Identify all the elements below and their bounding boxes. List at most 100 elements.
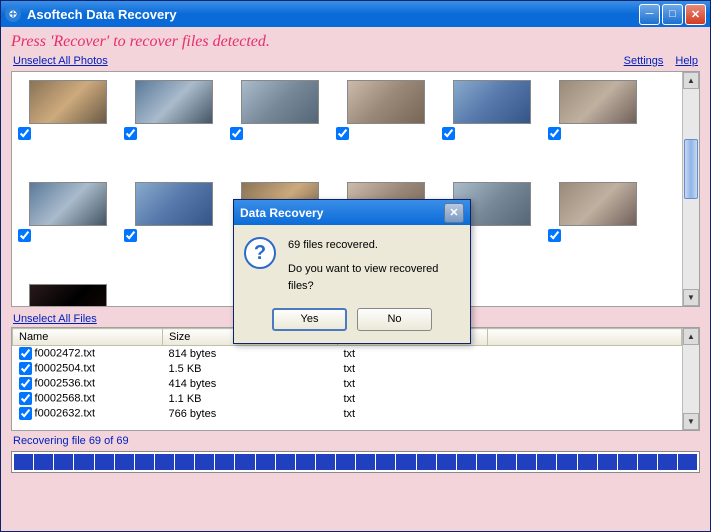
progress-segment bbox=[356, 454, 375, 470]
progress-segment bbox=[175, 454, 194, 470]
thumbnail-item[interactable] bbox=[548, 80, 648, 146]
progress-segment bbox=[155, 454, 174, 470]
thumbnail-checkbox[interactable] bbox=[336, 127, 349, 140]
photo-thumbnail bbox=[453, 80, 531, 124]
progress-segment bbox=[296, 454, 315, 470]
file-ext: txt bbox=[338, 391, 488, 406]
progress-segment bbox=[678, 454, 697, 470]
thumbnails-scrollbar[interactable]: ▲ ▼ bbox=[682, 72, 699, 306]
progress-segment bbox=[276, 454, 295, 470]
settings-link[interactable]: Settings bbox=[624, 55, 664, 67]
maximize-button[interactable]: □ bbox=[662, 4, 683, 25]
photo-thumbnail bbox=[135, 80, 213, 124]
progress-segment bbox=[477, 454, 496, 470]
scroll-up-icon[interactable]: ▲ bbox=[683, 72, 699, 89]
progress-segment bbox=[195, 454, 214, 470]
progress-bar bbox=[11, 451, 700, 473]
progress-segment bbox=[638, 454, 657, 470]
file-size: 414 bytes bbox=[163, 376, 338, 391]
titlebar: + Asoftech Data Recovery ─ □ ✕ bbox=[1, 1, 710, 27]
progress-segment bbox=[417, 454, 436, 470]
photo-thumbnail bbox=[29, 80, 107, 124]
progress-segment bbox=[54, 454, 73, 470]
file-checkbox[interactable] bbox=[19, 377, 32, 390]
dialog-line2: Do you want to view recovered files? bbox=[288, 261, 460, 296]
photo-thumbnail bbox=[29, 182, 107, 226]
thumbnail-item[interactable] bbox=[124, 182, 224, 248]
thumbnail-item[interactable] bbox=[442, 80, 542, 146]
file-checkbox[interactable] bbox=[19, 392, 32, 405]
file-ext: txt bbox=[338, 361, 488, 376]
thumbnail-checkbox[interactable] bbox=[124, 229, 137, 242]
thumbnail-item[interactable] bbox=[18, 284, 118, 306]
progress-segment bbox=[135, 454, 154, 470]
yes-button[interactable]: Yes bbox=[272, 308, 347, 331]
thumbnail-checkbox[interactable] bbox=[124, 127, 137, 140]
window-title: Asoftech Data Recovery bbox=[27, 7, 177, 22]
main-window: + Asoftech Data Recovery ─ □ ✕ Press 'Re… bbox=[0, 0, 711, 532]
thumbnail-checkbox[interactable] bbox=[548, 229, 561, 242]
progress-segment bbox=[74, 454, 93, 470]
thumbnail-checkbox[interactable] bbox=[442, 127, 455, 140]
close-button[interactable]: ✕ bbox=[685, 4, 706, 25]
progress-segment bbox=[396, 454, 415, 470]
thumbnail-item[interactable] bbox=[548, 182, 648, 248]
file-size: 1.5 KB bbox=[163, 361, 338, 376]
photo-thumbnail bbox=[559, 80, 637, 124]
progress-segment bbox=[537, 454, 556, 470]
thumbnail-checkbox[interactable] bbox=[18, 127, 31, 140]
thumbnail-item[interactable] bbox=[18, 80, 118, 146]
file-checkbox[interactable] bbox=[19, 362, 32, 375]
file-ext: txt bbox=[338, 406, 488, 421]
thumbnail-item[interactable] bbox=[18, 182, 118, 248]
scroll-up-icon[interactable]: ▲ bbox=[683, 328, 699, 345]
top-links: Unselect All Photos Settings Help bbox=[1, 53, 710, 71]
file-checkbox[interactable] bbox=[19, 407, 32, 420]
minimize-button[interactable]: ─ bbox=[639, 4, 660, 25]
photo-thumbnail bbox=[347, 80, 425, 124]
table-row[interactable]: f0002632.txt766 bytestxt bbox=[13, 406, 682, 421]
dialog-titlebar: Data Recovery ✕ bbox=[234, 200, 470, 225]
scroll-down-icon[interactable]: ▼ bbox=[683, 289, 699, 306]
table-row[interactable]: f0002568.txt1.1 KBtxt bbox=[13, 391, 682, 406]
progress-segment bbox=[557, 454, 576, 470]
table-row[interactable]: f0002504.txt1.5 KBtxt bbox=[13, 361, 682, 376]
scrollbar-thumb[interactable] bbox=[684, 139, 698, 199]
thumbnail-item[interactable] bbox=[230, 80, 330, 146]
progress-segment bbox=[215, 454, 234, 470]
files-scrollbar[interactable]: ▲ ▼ bbox=[682, 328, 699, 430]
progress-segment bbox=[256, 454, 275, 470]
no-button[interactable]: No bbox=[357, 308, 432, 331]
dialog-line1: 69 files recovered. bbox=[288, 237, 460, 255]
photo-thumbnail bbox=[135, 182, 213, 226]
dialog-title: Data Recovery bbox=[240, 206, 323, 220]
unselect-files-link[interactable]: Unselect All Files bbox=[13, 313, 97, 325]
progress-segment bbox=[598, 454, 617, 470]
help-link[interactable]: Help bbox=[675, 55, 698, 67]
file-size: 814 bytes bbox=[163, 346, 338, 362]
table-row[interactable]: f0002472.txt814 bytestxt bbox=[13, 346, 682, 362]
progress-segment bbox=[14, 454, 33, 470]
col-empty[interactable] bbox=[488, 329, 682, 346]
progress-segment bbox=[34, 454, 53, 470]
progress-segment bbox=[618, 454, 637, 470]
progress-segment bbox=[578, 454, 597, 470]
col-name[interactable]: Name bbox=[13, 329, 163, 346]
thumbnail-checkbox[interactable] bbox=[230, 127, 243, 140]
unselect-photos-link[interactable]: Unselect All Photos bbox=[13, 55, 108, 67]
thumbnail-checkbox[interactable] bbox=[18, 229, 31, 242]
progress-segment bbox=[115, 454, 134, 470]
file-checkbox[interactable] bbox=[19, 347, 32, 360]
file-ext: txt bbox=[338, 376, 488, 391]
dialog-close-button[interactable]: ✕ bbox=[444, 203, 464, 223]
table-row[interactable]: f0002536.txt414 bytestxt bbox=[13, 376, 682, 391]
progress-segment bbox=[457, 454, 476, 470]
scroll-down-icon[interactable]: ▼ bbox=[683, 413, 699, 430]
photo-thumbnail bbox=[241, 80, 319, 124]
progress-segment bbox=[95, 454, 114, 470]
thumbnail-checkbox[interactable] bbox=[548, 127, 561, 140]
question-icon: ? bbox=[244, 237, 276, 269]
progress-segment bbox=[336, 454, 355, 470]
thumbnail-item[interactable] bbox=[336, 80, 436, 146]
thumbnail-item[interactable] bbox=[124, 80, 224, 146]
